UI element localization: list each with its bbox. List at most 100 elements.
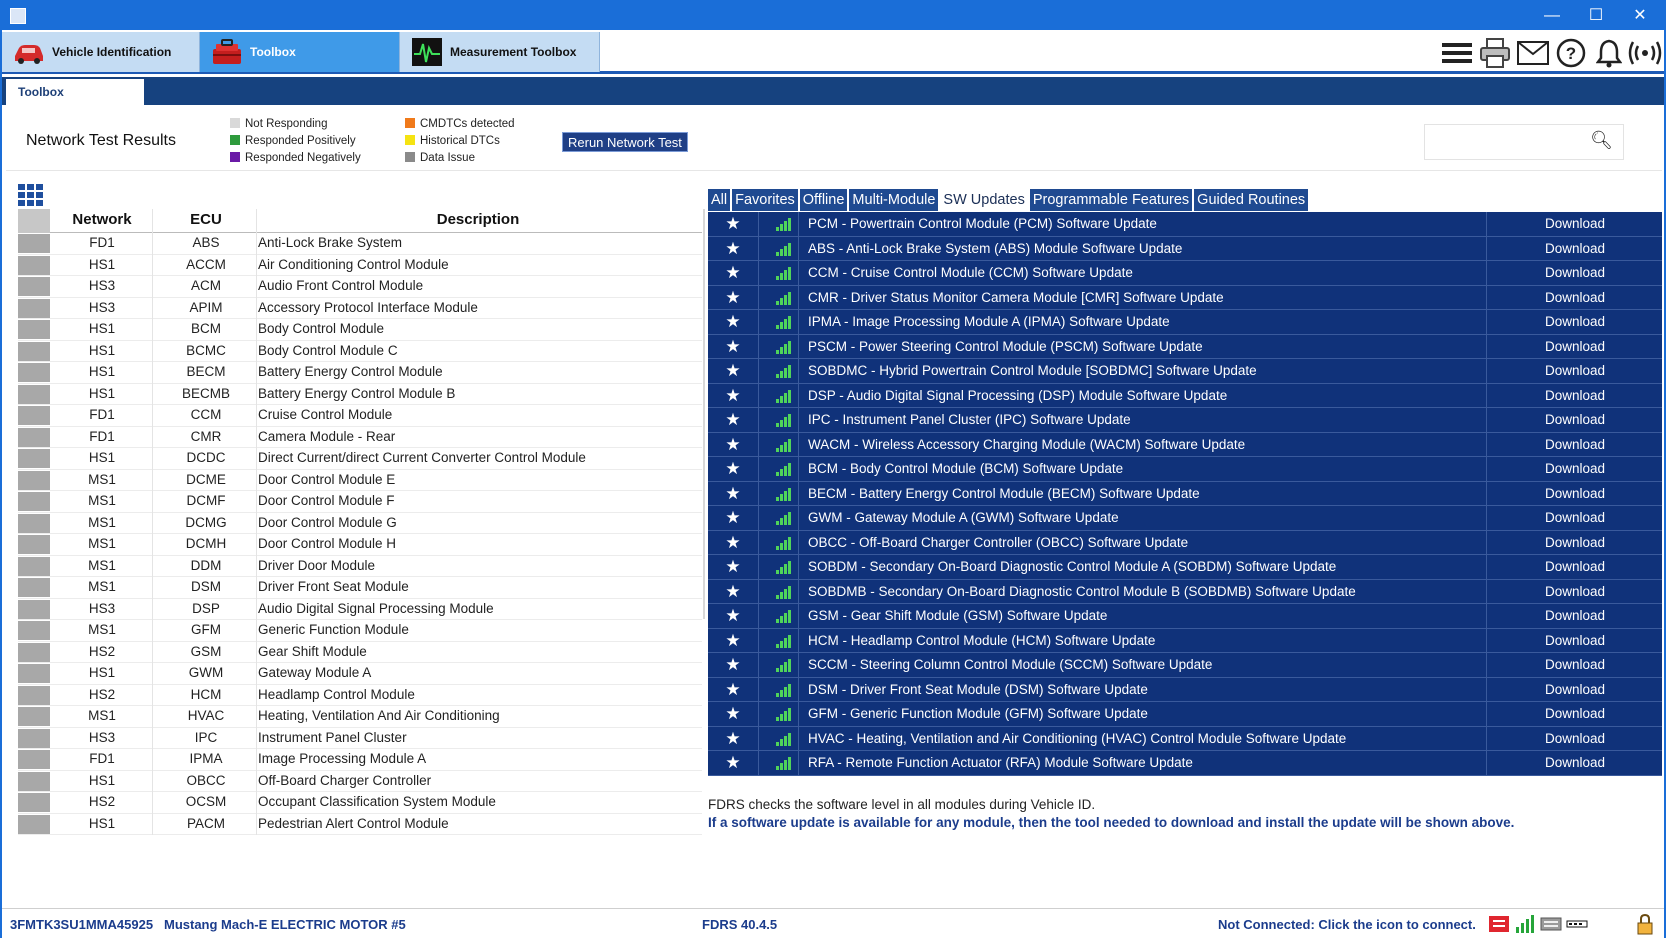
- minimize-button[interactable]: —: [1532, 4, 1572, 28]
- favorite-star-icon[interactable]: ★: [724, 680, 742, 699]
- favorite-star-icon[interactable]: ★: [724, 558, 742, 576]
- table-scrollbar[interactable]: [703, 209, 705, 619]
- list-item[interactable]: ★ PCM - Powertrain Control Module (PCM) S…: [708, 212, 1662, 237]
- bell-icon[interactable]: [1592, 36, 1626, 70]
- table-row[interactable]: MS1 DSM Driver Front Seat Module: [18, 577, 702, 599]
- download-link[interactable]: Download: [1488, 314, 1662, 329]
- list-item[interactable]: ★ GFM - Generic Function Module (GFM) Sof…: [708, 702, 1662, 727]
- table-row[interactable]: FD1 CMR Camera Module - Rear: [18, 427, 702, 448]
- download-link[interactable]: Download: [1488, 510, 1662, 525]
- download-link[interactable]: Download: [1488, 437, 1662, 452]
- favorite-star-icon[interactable]: ★: [724, 362, 742, 380]
- favorite-star-icon[interactable]: ★: [724, 705, 742, 723]
- download-link[interactable]: Download: [1488, 559, 1662, 574]
- favorite-star-icon[interactable]: ★: [724, 337, 742, 356]
- list-item[interactable]: ★ BECM - Battery Energy Control Module (B…: [708, 482, 1662, 506]
- list-item[interactable]: ★ BCM - Body Control Module (BCM) Softwar…: [708, 457, 1662, 482]
- favorite-star-icon[interactable]: ★: [724, 435, 742, 454]
- download-link[interactable]: Download: [1488, 412, 1662, 427]
- download-link[interactable]: Download: [1488, 216, 1662, 231]
- download-link[interactable]: Download: [1488, 633, 1662, 648]
- table-row[interactable]: HS1 DCDC Direct Current/direct Current Con…: [18, 448, 702, 470]
- table-row[interactable]: FD1 ABS Anti-Lock Brake System: [18, 233, 702, 255]
- lock-icon[interactable]: [1634, 913, 1656, 935]
- tab-sw-updates[interactable]: SW Updates: [940, 189, 1028, 211]
- tab-programmable-features[interactable]: Programmable Features: [1029, 189, 1193, 211]
- maximize-button[interactable]: ☐: [1576, 4, 1616, 28]
- download-link[interactable]: Download: [1488, 584, 1662, 599]
- list-item[interactable]: ★ CCM - Cruise Control Module (CCM) Softw…: [708, 261, 1662, 286]
- favorite-star-icon[interactable]: ★: [724, 656, 742, 674]
- download-link[interactable]: Download: [1488, 363, 1662, 378]
- favorite-star-icon[interactable]: ★: [724, 215, 742, 233]
- list-item[interactable]: ★ SOBDM - Secondary On-Board Diagnostic C…: [708, 555, 1662, 580]
- table-row[interactable]: HS1 BCM Body Control Module: [18, 319, 702, 341]
- table-row[interactable]: HS3 APIM Accessory Protocol Interface Modu…: [18, 298, 702, 319]
- tab-offline[interactable]: Offline: [799, 189, 848, 211]
- tab-toolbox[interactable]: Toolbox: [200, 32, 400, 72]
- list-item[interactable]: ★ IPMA - Image Processing Module A (IPMA)…: [708, 310, 1662, 335]
- column-header-ecu[interactable]: ECU: [156, 211, 256, 228]
- table-row[interactable]: MS1 DCMF Door Control Module F: [18, 491, 702, 513]
- printer-icon[interactable]: [1478, 36, 1512, 70]
- favorite-star-icon[interactable]: ★: [724, 729, 742, 748]
- column-header-description[interactable]: Description: [258, 211, 698, 228]
- download-link[interactable]: Download: [1488, 388, 1662, 403]
- favorite-star-icon[interactable]: ★: [724, 288, 742, 307]
- grid-view-icon[interactable]: [18, 184, 44, 206]
- download-link[interactable]: Download: [1488, 706, 1662, 721]
- table-row[interactable]: HS1 BECMB Battery Energy Control Module B: [18, 384, 702, 405]
- favorite-star-icon[interactable]: ★: [724, 264, 742, 282]
- list-item[interactable]: ★ IPC - Instrument Panel Cluster (IPC) So…: [708, 408, 1662, 433]
- list-item[interactable]: ★ RFA - Remote Function Actuator (RFA) Mo…: [708, 751, 1662, 776]
- table-row[interactable]: MS1 DCMH Door Control Module H: [18, 534, 702, 556]
- favorite-star-icon[interactable]: ★: [724, 313, 742, 331]
- table-row[interactable]: HS3 IPC Instrument Panel Cluster: [18, 728, 702, 749]
- table-row[interactable]: HS3 DSP Audio Digital Signal Processing Mo…: [18, 599, 702, 620]
- list-item[interactable]: ★ DSP - Audio Digital Signal Processing (…: [708, 384, 1662, 408]
- table-row[interactable]: HS1 PACM Pedestrian Alert Control Module: [18, 814, 702, 835]
- mail-icon[interactable]: [1516, 36, 1550, 70]
- tab-favorites[interactable]: Favorites: [732, 189, 798, 211]
- table-row[interactable]: HS2 HCM Headlamp Control Module: [18, 685, 702, 706]
- favorite-star-icon[interactable]: ★: [724, 631, 742, 650]
- tab-guided-routines[interactable]: Guided Routines: [1194, 189, 1309, 211]
- list-item[interactable]: ★ ABS - Anti-Lock Brake System (ABS) Modu…: [708, 237, 1662, 261]
- download-link[interactable]: Download: [1488, 535, 1662, 550]
- table-row[interactable]: HS2 OCSM Occupant Classification System Mo…: [18, 792, 702, 814]
- list-item[interactable]: ★ WACM - Wireless Accessory Charging Modu…: [708, 433, 1662, 457]
- table-row[interactable]: HS1 BECM Battery Energy Control Module: [18, 362, 702, 384]
- rerun-network-test-button[interactable]: Rerun Network Test: [562, 132, 688, 152]
- list-item[interactable]: ★ PSCM - Power Steering Control Module (P…: [708, 335, 1662, 359]
- download-link[interactable]: Download: [1488, 241, 1662, 256]
- connection-icon[interactable]: [1628, 36, 1662, 70]
- table-row[interactable]: HS1 BCMC Body Control Module C: [18, 341, 702, 362]
- table-row[interactable]: MS1 DDM Driver Door Module: [18, 556, 702, 577]
- favorite-star-icon[interactable]: ★: [724, 411, 742, 429]
- tab-vehicle-identification[interactable]: Vehicle Identification: [2, 32, 200, 72]
- download-link[interactable]: Download: [1488, 755, 1662, 770]
- download-link[interactable]: Download: [1488, 657, 1662, 672]
- list-item[interactable]: ★ HCM - Headlamp Control Module (HCM) Sof…: [708, 629, 1662, 653]
- favorite-star-icon[interactable]: ★: [724, 582, 742, 601]
- table-row[interactable]: MS1 GFM Generic Function Module: [18, 620, 702, 642]
- favorite-star-icon[interactable]: ★: [724, 484, 742, 503]
- help-icon[interactable]: ?: [1554, 36, 1588, 70]
- list-item[interactable]: ★ SCCM - Steering Column Control Module (…: [708, 653, 1662, 678]
- list-item[interactable]: ★ SOBDMB - Secondary On-Board Diagnostic …: [708, 580, 1662, 604]
- favorite-star-icon[interactable]: ★: [724, 239, 742, 258]
- download-link[interactable]: Download: [1488, 265, 1662, 280]
- table-row[interactable]: HS1 GWM Gateway Module A: [18, 663, 702, 685]
- tab-toolbox-sub[interactable]: Toolbox: [6, 79, 144, 105]
- favorite-star-icon[interactable]: ★: [724, 386, 742, 405]
- favorite-star-icon[interactable]: ★: [724, 607, 742, 625]
- table-row[interactable]: HS1 OBCC Off-Board Charger Controller: [18, 771, 702, 792]
- list-item[interactable]: ★ SOBDMC - Hybrid Powertrain Control Modu…: [708, 359, 1662, 384]
- menu-icon[interactable]: [1440, 36, 1474, 70]
- download-link[interactable]: Download: [1488, 608, 1662, 623]
- download-link[interactable]: Download: [1488, 682, 1662, 697]
- table-row[interactable]: HS1 ACCM Air Conditioning Control Module: [18, 255, 702, 276]
- table-row[interactable]: FD1 IPMA Image Processing Module A: [18, 749, 702, 771]
- close-button[interactable]: ✕: [1620, 4, 1660, 28]
- tab-measurement-toolbox[interactable]: Measurement Toolbox: [400, 32, 600, 72]
